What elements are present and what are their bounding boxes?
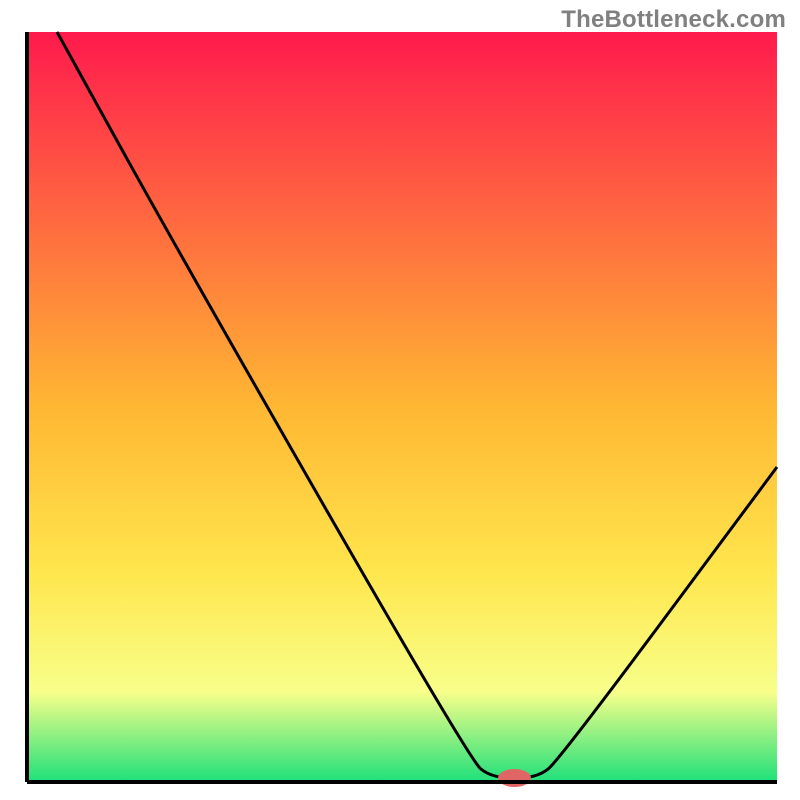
chart-marker — [498, 769, 531, 787]
chart-container: TheBottleneck.com — [0, 0, 800, 800]
watermark-text: TheBottleneck.com — [561, 6, 786, 34]
chart-background — [27, 32, 777, 782]
bottleneck-chart — [0, 0, 800, 800]
